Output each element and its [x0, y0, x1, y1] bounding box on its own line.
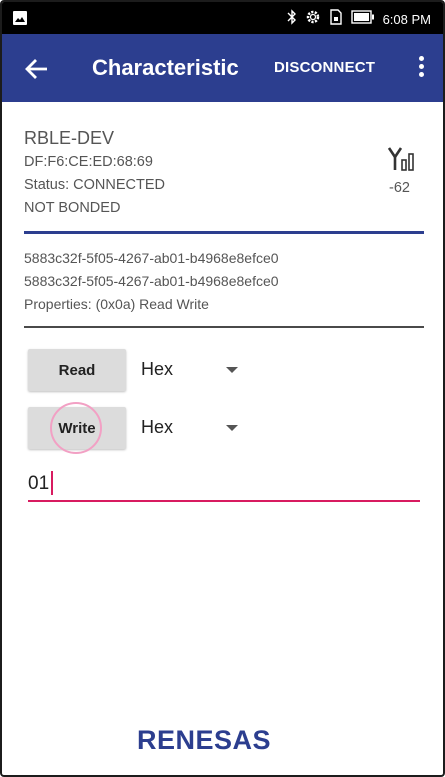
settings-gear-icon [305, 9, 321, 30]
logo-text: RENESAS [137, 725, 272, 755]
disconnect-button[interactable]: DISCONNECT [274, 59, 375, 76]
clock-time: 6:08 PM [382, 12, 431, 27]
battery-icon [350, 10, 375, 29]
write-format-select[interactable]: Hex [141, 413, 241, 443]
renesas-logo: RENESAS [137, 725, 313, 757]
write-format-value: Hex [141, 417, 174, 437]
connection-status: Status: CONNECTED [24, 177, 165, 193]
write-button[interactable]: Write [28, 407, 126, 449]
image-icon [12, 10, 28, 31]
write-value-input[interactable] [28, 468, 420, 500]
signal-antenna-icon [387, 146, 418, 172]
text-cursor [51, 471, 53, 495]
bluetooth-icon [287, 9, 297, 30]
page-title: Characteristic [92, 55, 239, 80]
divider [24, 231, 424, 234]
dropdown-arrow-icon [226, 367, 238, 373]
read-format-select[interactable]: Hex [141, 355, 241, 385]
service-uuid: 5883c32f-5f05-4267-ab01-b4968e8efce0 [24, 250, 279, 266]
dropdown-arrow-icon [226, 425, 238, 431]
app-bar: Characteristic DISCONNECT [2, 34, 443, 102]
sim-icon [329, 9, 343, 30]
characteristic-uuid: 5883c32f-5f05-4267-ab01-b4968e8efce0 [24, 273, 279, 289]
rssi-value: -62 [389, 180, 410, 196]
characteristic-properties: Properties: (0x0a) Read Write [24, 296, 209, 312]
write-value-field[interactable] [28, 468, 420, 502]
divider [24, 326, 424, 328]
device-name: RBLE-DEV [24, 128, 115, 148]
status-bar: 6:08 PM [2, 2, 443, 34]
arrow-left-icon[interactable] [24, 56, 50, 82]
read-format-value: Hex [141, 359, 174, 379]
input-underline [28, 500, 420, 502]
bond-status: NOT BONDED [24, 200, 121, 216]
read-button[interactable]: Read [28, 349, 126, 391]
device-address: DF:F6:CE:ED:68:69 [24, 154, 153, 170]
phone-screen: 6:08 PM Characteristic DISCONNECT RBLE-D… [0, 0, 445, 777]
more-vert-icon[interactable] [417, 56, 425, 80]
